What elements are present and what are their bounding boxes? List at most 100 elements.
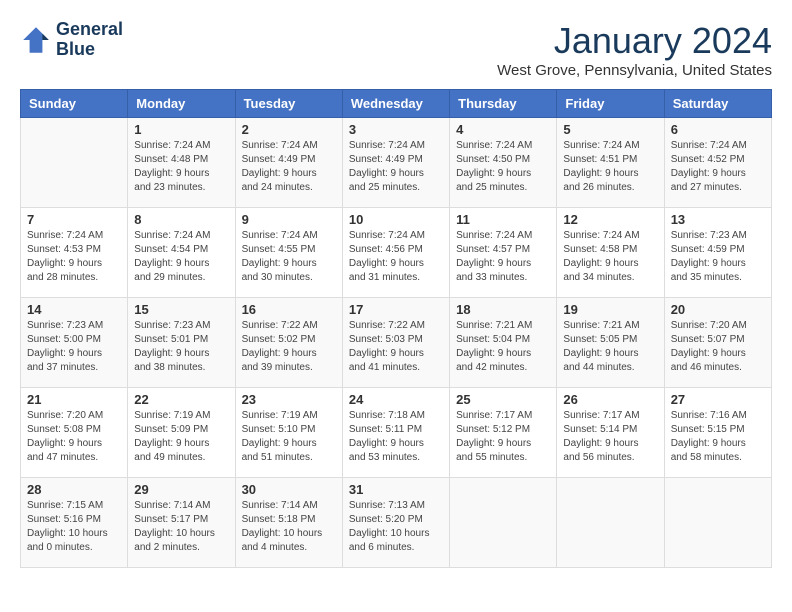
day-number: 22: [134, 392, 228, 407]
cell-content: Sunrise: 7:24 AMSunset: 4:52 PMDaylight:…: [671, 139, 765, 195]
calendar-week-row: 1 Sunrise: 7:24 AMSunset: 4:48 PMDaylight…: [21, 118, 772, 208]
day-number: 28: [27, 482, 121, 497]
calendar-cell: 15 Sunrise: 7:23 AMSunset: 5:01 PMDayligh…: [128, 298, 235, 388]
calendar-cell: 19Sunrise: 7:21 AMSunset: 5:05 PMDayligh…: [557, 298, 664, 388]
day-number: 9: [242, 212, 336, 227]
cell-content: Sunrise: 7:23 AMSunset: 5:01 PMDaylight:…: [134, 319, 228, 375]
calendar-cell: 14Sunrise: 7:23 AMSunset: 5:00 PMDayligh…: [21, 298, 128, 388]
calendar-cell: 11Sunrise: 7:24 AMSunset: 4:57 PMDayligh…: [450, 208, 557, 298]
day-number: 7: [27, 212, 121, 227]
logo-text: General Blue: [56, 20, 123, 60]
calendar-cell: 9 Sunrise: 7:24 AMSunset: 4:55 PMDaylight…: [235, 208, 342, 298]
day-number: 31: [349, 482, 443, 497]
day-number: 6: [671, 122, 765, 137]
day-number: 12: [563, 212, 657, 227]
cell-content: Sunrise: 7:23 AMSunset: 4:59 PMDaylight:…: [671, 229, 765, 285]
calendar-cell: 8 Sunrise: 7:24 AMSunset: 4:54 PMDaylight…: [128, 208, 235, 298]
calendar-cell: 21Sunrise: 7:20 AMSunset: 5:08 PMDayligh…: [21, 388, 128, 478]
day-header-monday: Monday: [128, 90, 235, 118]
cell-content: Sunrise: 7:24 AMSunset: 4:55 PMDaylight:…: [242, 229, 336, 285]
calendar-header-row: SundayMondayTuesdayWednesdayThursdayFrid…: [21, 90, 772, 118]
calendar-cell: [664, 478, 771, 568]
cell-content: Sunrise: 7:20 AMSunset: 5:07 PMDaylight:…: [671, 319, 765, 375]
cell-content: Sunrise: 7:13 AMSunset: 5:20 PMDaylight:…: [349, 499, 443, 555]
calendar-cell: 17 Sunrise: 7:22 AMSunset: 5:03 PMDayligh…: [342, 298, 449, 388]
cell-content: Sunrise: 7:21 AMSunset: 5:04 PMDaylight:…: [456, 319, 550, 375]
cell-content: Sunrise: 7:19 AMSunset: 5:09 PMDaylight:…: [134, 409, 228, 465]
day-number: 13: [671, 212, 765, 227]
logo: General Blue: [20, 20, 123, 60]
day-number: 4: [456, 122, 550, 137]
calendar-cell: 22 Sunrise: 7:19 AMSunset: 5:09 PMDayligh…: [128, 388, 235, 478]
calendar-cell: 26 Sunrise: 7:17 AMSunset: 5:14 PMDayligh…: [557, 388, 664, 478]
calendar-cell: [450, 478, 557, 568]
cell-content: Sunrise: 7:24 AMSunset: 4:51 PMDaylight:…: [563, 139, 657, 195]
day-number: 26: [563, 392, 657, 407]
day-number: 20: [671, 302, 765, 317]
calendar-cell: 13 Sunrise: 7:23 AMSunset: 4:59 PMDayligh…: [664, 208, 771, 298]
day-number: 16: [242, 302, 336, 317]
title-section: January 2024 West Grove, Pennsylvania, U…: [497, 20, 772, 79]
day-header-friday: Friday: [557, 90, 664, 118]
cell-content: Sunrise: 7:21 AMSunset: 5:05 PMDaylight:…: [563, 319, 657, 375]
cell-content: Sunrise: 7:24 AMSunset: 4:58 PMDaylight:…: [563, 229, 657, 285]
calendar-cell: 1 Sunrise: 7:24 AMSunset: 4:48 PMDaylight…: [128, 118, 235, 208]
calendar-table: SundayMondayTuesdayWednesdayThursdayFrid…: [20, 89, 772, 568]
day-header-tuesday: Tuesday: [235, 90, 342, 118]
day-number: 17: [349, 302, 443, 317]
cell-content: Sunrise: 7:24 AMSunset: 4:48 PMDaylight:…: [134, 139, 228, 195]
day-number: 25: [456, 392, 550, 407]
calendar-cell: 24 Sunrise: 7:18 AMSunset: 5:11 PMDayligh…: [342, 388, 449, 478]
cell-content: Sunrise: 7:16 AMSunset: 5:15 PMDaylight:…: [671, 409, 765, 465]
day-header-thursday: Thursday: [450, 90, 557, 118]
calendar-cell: 23Sunrise: 7:19 AMSunset: 5:10 PMDayligh…: [235, 388, 342, 478]
cell-content: Sunrise: 7:22 AMSunset: 5:02 PMDaylight:…: [242, 319, 336, 375]
day-number: 8: [134, 212, 228, 227]
calendar-cell: 27 Sunrise: 7:16 AMSunset: 5:15 PMDayligh…: [664, 388, 771, 478]
day-number: 29: [134, 482, 228, 497]
calendar-cell: 31 Sunrise: 7:13 AMSunset: 5:20 PMDayligh…: [342, 478, 449, 568]
day-number: 23: [242, 392, 336, 407]
cell-content: Sunrise: 7:20 AMSunset: 5:08 PMDaylight:…: [27, 409, 121, 465]
calendar-cell: 16 Sunrise: 7:22 AMSunset: 5:02 PMDayligh…: [235, 298, 342, 388]
cell-content: Sunrise: 7:15 AMSunset: 5:16 PMDaylight:…: [27, 499, 121, 555]
calendar-cell: 2 Sunrise: 7:24 AMSunset: 4:49 PMDaylight…: [235, 118, 342, 208]
calendar-cell: 25 Sunrise: 7:17 AMSunset: 5:12 PMDayligh…: [450, 388, 557, 478]
cell-content: Sunrise: 7:22 AMSunset: 5:03 PMDaylight:…: [349, 319, 443, 375]
calendar-week-row: 14Sunrise: 7:23 AMSunset: 5:00 PMDayligh…: [21, 298, 772, 388]
calendar-cell: 28 Sunrise: 7:15 AMSunset: 5:16 PMDayligh…: [21, 478, 128, 568]
cell-content: Sunrise: 7:24 AMSunset: 4:56 PMDaylight:…: [349, 229, 443, 285]
day-number: 15: [134, 302, 228, 317]
day-header-sunday: Sunday: [21, 90, 128, 118]
day-number: 18: [456, 302, 550, 317]
day-number: 24: [349, 392, 443, 407]
calendar-week-row: 28 Sunrise: 7:15 AMSunset: 5:16 PMDayligh…: [21, 478, 772, 568]
calendar-cell: 7 Sunrise: 7:24 AMSunset: 4:53 PMDaylight…: [21, 208, 128, 298]
logo-icon: [20, 24, 52, 56]
month-title: January 2024: [497, 20, 772, 62]
cell-content: Sunrise: 7:24 AMSunset: 4:54 PMDaylight:…: [134, 229, 228, 285]
cell-content: Sunrise: 7:18 AMSunset: 5:11 PMDaylight:…: [349, 409, 443, 465]
calendar-cell: 20 Sunrise: 7:20 AMSunset: 5:07 PMDayligh…: [664, 298, 771, 388]
cell-content: Sunrise: 7:17 AMSunset: 5:12 PMDaylight:…: [456, 409, 550, 465]
calendar-cell: 10 Sunrise: 7:24 AMSunset: 4:56 PMDayligh…: [342, 208, 449, 298]
day-number: 1: [134, 122, 228, 137]
calendar-cell: 5Sunrise: 7:24 AMSunset: 4:51 PMDaylight…: [557, 118, 664, 208]
calendar-week-row: 7 Sunrise: 7:24 AMSunset: 4:53 PMDaylight…: [21, 208, 772, 298]
day-number: 2: [242, 122, 336, 137]
calendar-cell: 12 Sunrise: 7:24 AMSunset: 4:58 PMDayligh…: [557, 208, 664, 298]
day-number: 10: [349, 212, 443, 227]
calendar-cell: 18 Sunrise: 7:21 AMSunset: 5:04 PMDayligh…: [450, 298, 557, 388]
cell-content: Sunrise: 7:24 AMSunset: 4:49 PMDaylight:…: [242, 139, 336, 195]
day-number: 14: [27, 302, 121, 317]
calendar-cell: 6 Sunrise: 7:24 AMSunset: 4:52 PMDaylight…: [664, 118, 771, 208]
calendar-cell: [557, 478, 664, 568]
cell-content: Sunrise: 7:14 AMSunset: 5:17 PMDaylight:…: [134, 499, 228, 555]
cell-content: Sunrise: 7:24 AMSunset: 4:50 PMDaylight:…: [456, 139, 550, 195]
day-number: 27: [671, 392, 765, 407]
location-subtitle: West Grove, Pennsylvania, United States: [497, 62, 772, 79]
cell-content: Sunrise: 7:17 AMSunset: 5:14 PMDaylight:…: [563, 409, 657, 465]
day-number: 3: [349, 122, 443, 137]
calendar-cell: [21, 118, 128, 208]
cell-content: Sunrise: 7:24 AMSunset: 4:53 PMDaylight:…: [27, 229, 121, 285]
